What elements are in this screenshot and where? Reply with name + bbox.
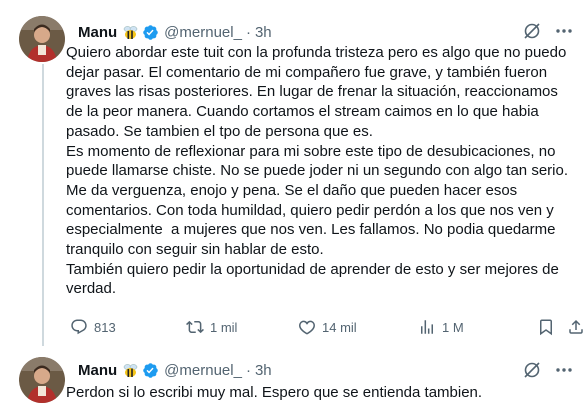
avatar[interactable] (19, 16, 65, 62)
timestamp[interactable]: 3h (255, 362, 272, 379)
verified-badge-icon (142, 24, 159, 41)
like-button[interactable]: 14 mil (298, 318, 357, 336)
separator-dot: · (245, 23, 251, 41)
view-count: 1 M (442, 319, 464, 335)
bookmark-icon (537, 318, 555, 336)
share-button[interactable] (567, 318, 585, 336)
more-options-icon[interactable] (553, 359, 575, 381)
tweet-top-actions (521, 359, 575, 381)
timestamp[interactable]: 3h (255, 24, 272, 41)
author-name[interactable]: Manu (78, 24, 117, 41)
author-handle[interactable]: @mernuel_ (164, 362, 242, 379)
grok-icon[interactable] (521, 20, 543, 42)
tweet[interactable]: Manu @mernuel_ · 3h (0, 0, 585, 346)
like-count: 14 mil (322, 319, 357, 335)
avatar[interactable] (19, 357, 65, 403)
author-handle[interactable]: @mernuel_ (164, 24, 242, 41)
reply-button[interactable]: 813 (70, 318, 116, 336)
views-button[interactable]: 1 M (418, 318, 464, 336)
share-icon (567, 318, 585, 336)
tweet-actions: 813 1 mil 14 mil 1 M (70, 318, 585, 338)
tweet-header: Manu @mernuel_ · 3h (78, 22, 272, 42)
separator-dot: · (245, 361, 251, 379)
tweet-header: Manu @mernuel_ · 3h (78, 360, 272, 380)
more-options-icon[interactable] (553, 20, 575, 42)
bee-icon (122, 24, 139, 41)
repost-icon (186, 318, 204, 336)
tweet-top-actions (521, 20, 575, 42)
repost-count: 1 mil (210, 319, 238, 335)
views-icon (418, 318, 436, 336)
repost-button[interactable]: 1 mil (186, 318, 237, 336)
tweet-text: Perdon si lo escribi muy mal. Espero que… (66, 384, 483, 401)
reply-icon (70, 318, 88, 336)
reply-count: 813 (94, 319, 116, 335)
heart-icon (298, 318, 316, 336)
author-name[interactable]: Manu (78, 362, 117, 379)
tweet-text: Quiero abordar este tuit con la profunda… (66, 44, 568, 298)
verified-badge-icon (142, 362, 159, 379)
grok-icon[interactable] (521, 359, 543, 381)
bookmark-button[interactable] (537, 318, 555, 336)
bee-icon (122, 362, 139, 379)
thread-line (42, 64, 44, 346)
tweet[interactable]: Manu @mernuel_ · 3h (0, 345, 585, 413)
